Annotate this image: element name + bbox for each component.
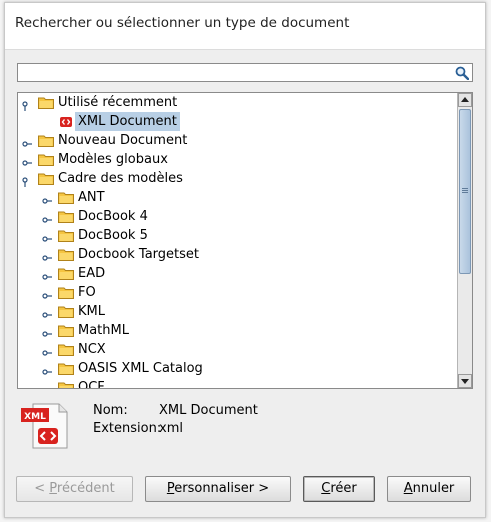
dialog-title: Rechercher ou sélectionner un type de do…: [15, 15, 350, 31]
tree-item-kml[interactable]: KML: [18, 302, 457, 321]
tree-item-label: FO: [78, 285, 96, 300]
tree-vertical-scrollbar[interactable]: [457, 93, 472, 388]
folder-icon: [58, 305, 74, 318]
tree-item-label: XML Document: [75, 112, 180, 131]
folder-icon: [58, 191, 74, 204]
tree-item-label: EAD: [78, 266, 106, 281]
search-input[interactable]: [22, 65, 442, 81]
folder-icon: [58, 229, 74, 242]
cancel-button[interactable]: Annuler: [387, 476, 471, 502]
expanded-handle-icon[interactable]: [22, 98, 32, 111]
folder-icon: [58, 210, 74, 223]
folder-icon: [58, 324, 74, 337]
tree-item-mathml[interactable]: MathML: [18, 321, 457, 340]
folder-icon: [58, 362, 74, 375]
new-document-dialog: Rechercher ou sélectionner un type de do…: [4, 2, 486, 518]
folder-icon: [38, 153, 54, 166]
collapsed-handle-icon[interactable]: [42, 364, 52, 375]
tree-item-ant[interactable]: ANT: [18, 188, 457, 207]
name-value: XML Document: [159, 403, 258, 418]
scroll-up-button[interactable]: [458, 93, 472, 107]
tree-item-mod-les-globaux[interactable]: Modèles globaux: [18, 150, 457, 169]
collapsed-handle-icon[interactable]: [42, 383, 52, 388]
folder-icon: [38, 96, 54, 109]
search-icon[interactable]: [455, 66, 470, 81]
collapsed-handle-icon[interactable]: [42, 250, 52, 261]
xml-document-large-icon: XML: [19, 402, 69, 450]
document-type-tree[interactable]: Utilisé récemment XML Document Nouveau Doc…: [17, 92, 473, 389]
collapsed-handle-icon[interactable]: [42, 345, 52, 356]
tree-item-label: NCX: [78, 342, 106, 357]
folder-icon: [58, 343, 74, 356]
collapsed-handle-icon[interactable]: [22, 136, 32, 147]
tree-rows: Utilisé récemment XML Document Nouveau Doc…: [18, 93, 457, 388]
tree-item-ead[interactable]: EAD: [18, 264, 457, 283]
tree-item-docbook-targetset[interactable]: Docbook Targetset: [18, 245, 457, 264]
search-field[interactable]: [17, 63, 473, 82]
collapsed-handle-icon[interactable]: [42, 307, 52, 318]
tree-item-label: Docbook Targetset: [78, 247, 200, 262]
folder-icon: [38, 134, 54, 147]
extension-key: Extension:: [93, 421, 162, 436]
collapsed-handle-icon[interactable]: [42, 212, 52, 223]
dialog-header: Rechercher ou sélectionner un type de do…: [5, 3, 485, 50]
folder-icon: [38, 172, 54, 185]
tree-item-label: DocBook 4: [78, 209, 148, 224]
tree-item-label: Cadre des modèles: [58, 171, 183, 186]
customize-button[interactable]: Personnaliser >: [145, 476, 291, 502]
tree-item-label: Nouveau Document: [58, 133, 188, 148]
collapsed-handle-icon[interactable]: [42, 231, 52, 242]
tree-item-cadre-des-mod-les[interactable]: Cadre des modèles: [18, 169, 457, 188]
previous-button[interactable]: < Précédent: [16, 476, 133, 502]
create-button[interactable]: Créer: [303, 476, 375, 502]
tree-item-ocf[interactable]: OCF: [18, 378, 457, 388]
tree-item-fo[interactable]: FO: [18, 283, 457, 302]
tree-item-docbook-4[interactable]: DocBook 4: [18, 207, 457, 226]
folder-icon: [58, 248, 74, 261]
collapsed-handle-icon[interactable]: [42, 288, 52, 299]
tree-item-label: OASIS XML Catalog: [78, 361, 203, 376]
folder-icon: [58, 286, 74, 299]
tree-item-label: ANT: [78, 190, 105, 205]
button-bar: < Précédent Personnaliser > Créer Annule…: [5, 476, 485, 506]
tree-item-xml-document[interactable]: XML Document: [18, 112, 457, 131]
tree-item-ncx[interactable]: NCX: [18, 340, 457, 359]
folder-icon: [58, 267, 74, 280]
tree-item-docbook-5[interactable]: DocBook 5: [18, 226, 457, 245]
tree-item-utilis-r-cemment[interactable]: Utilisé récemment: [18, 93, 457, 112]
collapsed-handle-icon[interactable]: [42, 193, 52, 204]
tree-item-label: Modèles globaux: [58, 152, 168, 167]
tree-item-label: KML: [78, 304, 105, 319]
tree-item-label: OCF: [78, 380, 105, 388]
tree-item-label: MathML: [78, 323, 129, 338]
xml-document-icon: [58, 114, 74, 130]
tree-item-label: Utilisé récemment: [58, 95, 178, 110]
scroll-thumb[interactable]: [459, 109, 471, 274]
svg-text:XML: XML: [24, 412, 46, 422]
document-info-panel: XML Nom: XML Document Extension: xml: [19, 400, 479, 454]
scroll-down-button[interactable]: [458, 374, 472, 388]
tree-item-label: DocBook 5: [78, 228, 148, 243]
folder-icon: [58, 381, 74, 388]
collapsed-handle-icon[interactable]: [42, 326, 52, 337]
tree-item-nouveau-document[interactable]: Nouveau Document: [18, 131, 457, 150]
tree-item-oasis-xml-catalog[interactable]: OASIS XML Catalog: [18, 359, 457, 378]
extension-value: xml: [159, 421, 183, 436]
collapsed-handle-icon[interactable]: [22, 155, 32, 166]
expanded-handle-icon[interactable]: [22, 174, 32, 187]
name-key: Nom:: [93, 403, 128, 418]
collapsed-handle-icon[interactable]: [42, 269, 52, 280]
